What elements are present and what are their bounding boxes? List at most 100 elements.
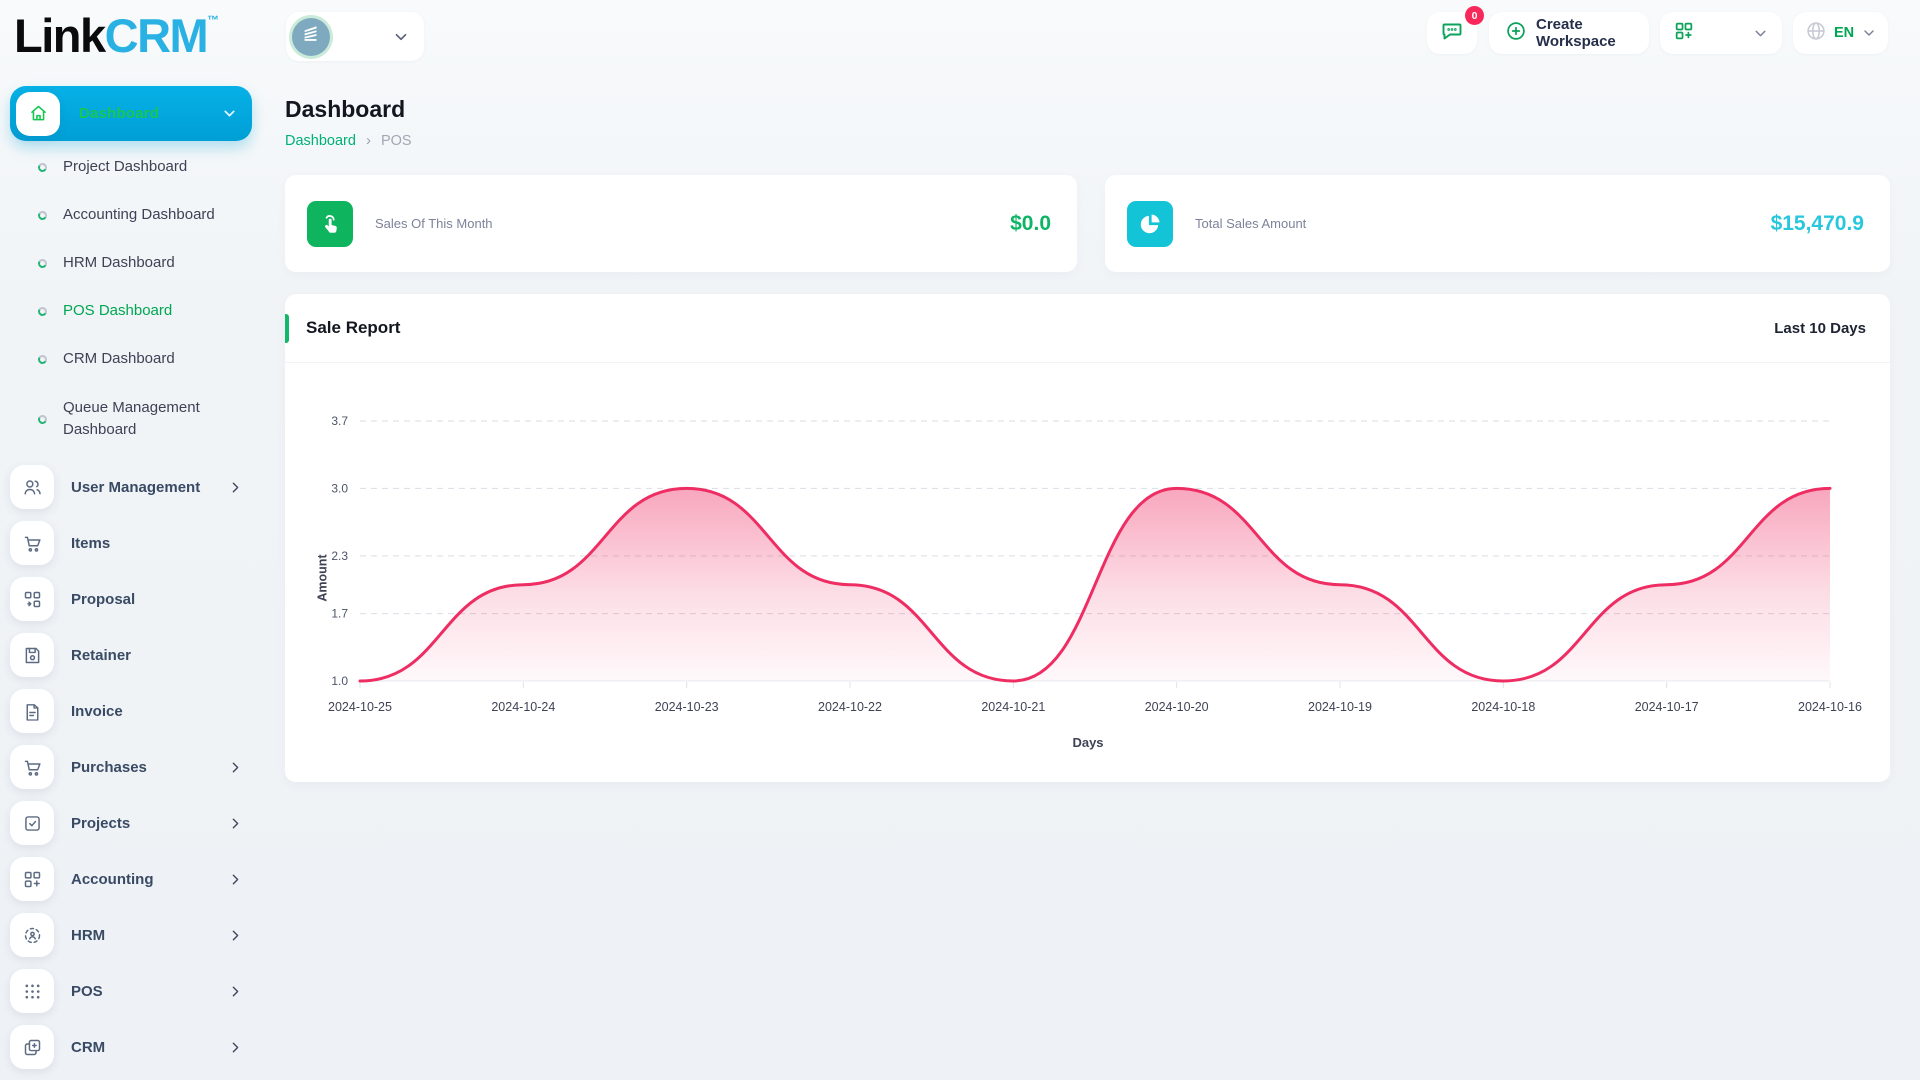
chart-range-label: Last 10 Days bbox=[1774, 320, 1866, 337]
chevron-down-icon bbox=[392, 28, 410, 46]
globe-icon bbox=[1805, 20, 1827, 47]
sidebar-item-label: CRM bbox=[71, 1039, 105, 1056]
grid-plus-icon bbox=[1673, 20, 1695, 47]
y-tick-label: 1.0 bbox=[331, 674, 348, 688]
tap-icon bbox=[307, 201, 353, 247]
breadcrumb: Dashboard › POS bbox=[285, 132, 412, 149]
sidebar-item-hrm[interactable]: HRM bbox=[10, 907, 252, 963]
y-tick-label: 3.0 bbox=[331, 481, 348, 495]
sidebar-item-project-dashboard[interactable]: Project Dashboard bbox=[10, 143, 252, 191]
x-tick-label: 2024-10-16 bbox=[1798, 700, 1862, 714]
stat-value: $0.0 bbox=[1010, 212, 1051, 236]
sidebar-item-label: Proposal bbox=[71, 591, 135, 608]
chevron-down-icon bbox=[1752, 25, 1769, 42]
proposal-icon bbox=[10, 577, 54, 621]
logo-trademark: ™ bbox=[207, 13, 219, 27]
bullet-icon bbox=[37, 161, 48, 172]
stat-card-sales-of-this-month: Sales Of This Month $0.0 bbox=[285, 175, 1077, 272]
x-tick-label: 2024-10-18 bbox=[1471, 700, 1535, 714]
cart-icon bbox=[10, 521, 54, 565]
y-tick-label: 2.3 bbox=[331, 549, 348, 563]
breadcrumb-current: POS bbox=[381, 133, 412, 149]
sidebar-item-label: POS Dashboard bbox=[63, 300, 221, 322]
sidebar-item-crm[interactable]: CRM bbox=[10, 1019, 252, 1075]
chevron-down-icon bbox=[221, 105, 238, 122]
chevron-right-icon bbox=[227, 759, 244, 776]
stat-card-total-sales-amount: Total Sales Amount $15,470.9 bbox=[1105, 175, 1890, 272]
building-icon bbox=[300, 23, 322, 50]
sidebar-item-pos-dashboard[interactable]: POS Dashboard bbox=[10, 287, 252, 335]
sidebar-item-label: HRM bbox=[71, 927, 105, 944]
chevron-right-icon bbox=[227, 983, 244, 1000]
sidebar-item-pos[interactable]: POS bbox=[10, 963, 252, 1019]
sidebar-item-hrm-dashboard[interactable]: HRM Dashboard bbox=[10, 239, 252, 287]
stat-label: Sales Of This Month bbox=[375, 216, 493, 231]
cart-icon bbox=[10, 745, 54, 789]
sidebar-item-label: Accounting Dashboard bbox=[63, 204, 221, 226]
sidebar: Dashboard Project Dashboard Accounting D… bbox=[10, 86, 252, 1075]
bullet-icon bbox=[37, 353, 48, 364]
page-title: Dashboard bbox=[285, 96, 405, 123]
x-tick-label: 2024-10-21 bbox=[981, 700, 1045, 714]
sidebar-item-crm-dashboard[interactable]: CRM Dashboard bbox=[10, 335, 252, 383]
sidebar-item-label: POS bbox=[71, 983, 103, 1000]
invoice-icon bbox=[10, 689, 54, 733]
sidebar-item-retainer[interactable]: Retainer bbox=[10, 627, 252, 683]
bullet-icon bbox=[37, 209, 48, 220]
sidebar-item-proposal[interactable]: Proposal bbox=[10, 571, 252, 627]
check-square-icon bbox=[10, 801, 54, 845]
copy-plus-icon bbox=[10, 1025, 54, 1069]
sidebar-item-label: User Management bbox=[71, 479, 200, 496]
create-workspace-button[interactable]: Create Workspace bbox=[1489, 12, 1649, 54]
language-selector[interactable]: EN bbox=[1793, 12, 1888, 54]
sidebar-item-accounting-dashboard[interactable]: Accounting Dashboard bbox=[10, 191, 252, 239]
sidebar-item-label: Invoice bbox=[71, 703, 123, 720]
sidebar-item-label: Project Dashboard bbox=[63, 156, 221, 178]
notification-badge: 0 bbox=[1465, 6, 1484, 25]
area-chart-canvas: 3.7 3.0 2.3 1.7 1.0 2024-10-25 2024-10-24 2024-… bbox=[305, 395, 1871, 725]
sidebar-item-label: Accounting bbox=[71, 871, 154, 888]
stat-value: $15,470.9 bbox=[1771, 212, 1864, 236]
notifications-button[interactable]: 0 bbox=[1427, 12, 1477, 54]
sidebar-main-menu: User Management Items Proposal Retaine bbox=[10, 459, 252, 1075]
y-tick-label: 1.7 bbox=[331, 607, 348, 621]
sidebar-item-label: Retainer bbox=[71, 647, 131, 664]
chevron-right-icon bbox=[227, 927, 244, 944]
chevron-right-icon bbox=[227, 1039, 244, 1056]
apps-selector[interactable] bbox=[1660, 12, 1782, 54]
x-tick-label: 2024-10-17 bbox=[1635, 700, 1699, 714]
plus-circle-icon bbox=[1505, 20, 1527, 46]
breadcrumb-link-dashboard[interactable]: Dashboard bbox=[285, 133, 356, 149]
breadcrumb-separator: › bbox=[366, 132, 371, 149]
workspace-selector[interactable] bbox=[286, 12, 424, 61]
x-axis-title: Days bbox=[305, 735, 1871, 750]
sidebar-item-dashboard[interactable]: Dashboard bbox=[10, 86, 252, 141]
chevron-right-icon bbox=[227, 871, 244, 888]
bullet-icon bbox=[37, 257, 48, 268]
sidebar-item-projects[interactable]: Projects bbox=[10, 795, 252, 851]
users-icon bbox=[10, 465, 54, 509]
sidebar-item-label: HRM Dashboard bbox=[63, 252, 221, 274]
sidebar-item-label: Purchases bbox=[71, 759, 147, 776]
dashboard-icon-box bbox=[16, 92, 60, 136]
sidebar-item-items[interactable]: Items bbox=[10, 515, 252, 571]
accent-bar bbox=[285, 314, 289, 343]
sidebar-item-purchases[interactable]: Purchases bbox=[10, 739, 252, 795]
chat-bubble-icon bbox=[1440, 19, 1464, 48]
save-icon bbox=[10, 633, 54, 677]
sidebar-item-queue-management-dashboard[interactable]: Queue Management Dashboard bbox=[10, 383, 252, 455]
sidebar-item-invoice[interactable]: Invoice bbox=[10, 683, 252, 739]
x-tick-label: 2024-10-24 bbox=[491, 700, 555, 714]
x-tick-label: 2024-10-19 bbox=[1308, 700, 1372, 714]
stat-label: Total Sales Amount bbox=[1195, 216, 1306, 231]
logo-text-link: Link bbox=[14, 9, 105, 62]
y-tick-label: 3.7 bbox=[331, 414, 348, 428]
sidebar-item-label: Items bbox=[71, 535, 110, 552]
home-icon bbox=[28, 103, 49, 124]
chart-title: Sale Report bbox=[306, 318, 400, 338]
dashboard-submenu: Project Dashboard Accounting Dashboard H… bbox=[10, 143, 252, 455]
x-tick-label: 2024-10-25 bbox=[328, 700, 392, 714]
sidebar-item-user-management[interactable]: User Management bbox=[10, 459, 252, 515]
sidebar-item-accounting[interactable]: Accounting bbox=[10, 851, 252, 907]
workspace-avatar bbox=[292, 18, 330, 56]
